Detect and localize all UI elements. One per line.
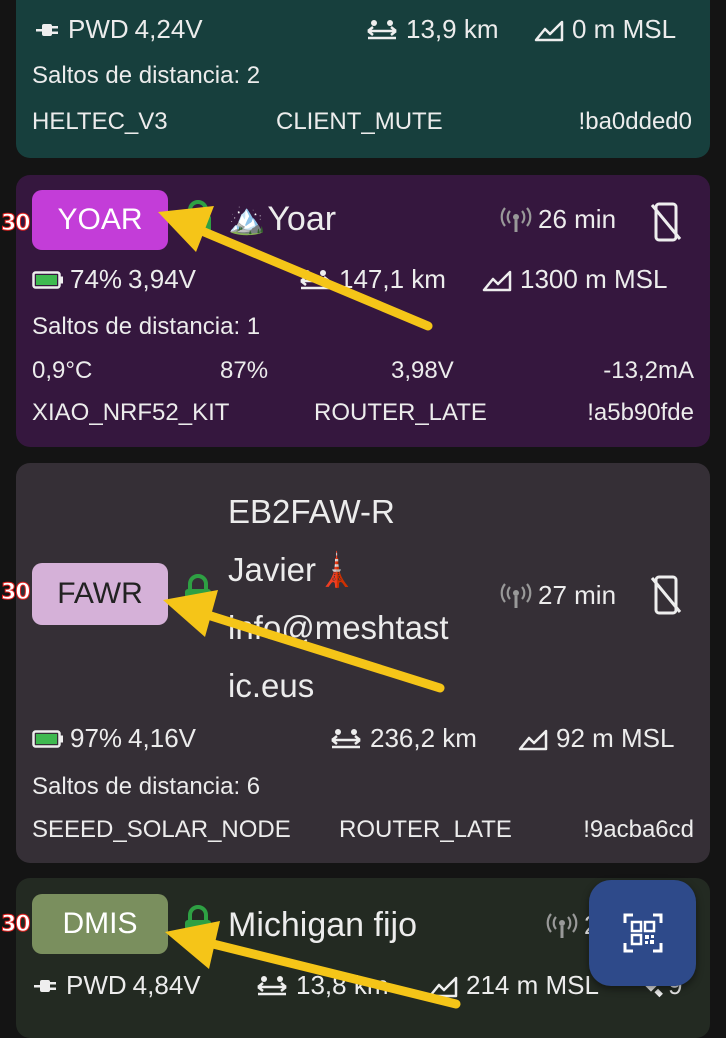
altitude: 214 m MSL	[466, 970, 599, 1000]
plug-icon	[32, 977, 58, 995]
node-id: !ba0dded0	[578, 108, 692, 135]
voltage: 4,84V	[132, 970, 201, 1000]
lock-icon	[183, 573, 213, 616]
distance-icon	[330, 728, 362, 750]
distance-row: 147,1 km	[299, 264, 446, 295]
altitude-icon	[518, 727, 548, 751]
distance: 147,1 km	[339, 264, 446, 294]
battery-level: 97%	[70, 723, 123, 753]
long-name-block: EB2FAW-R Javier🗼 info@meshtast ic.eus	[228, 483, 449, 715]
altitude: 1300 m MSL	[520, 264, 668, 294]
altitude: 0 m MSL	[572, 14, 677, 44]
node-id: !9acba6cd	[583, 816, 694, 843]
distance: 13,9 km	[406, 14, 499, 44]
long-name-line: info@meshtast	[228, 609, 449, 646]
long-name-line: Javier🗼	[228, 551, 358, 588]
lock-icon	[183, 199, 213, 242]
distance-icon	[366, 19, 398, 41]
no-phone-icon	[648, 201, 684, 243]
battery-icon	[32, 729, 64, 748]
annotation-badge: 30	[1, 580, 32, 606]
distance-icon	[256, 975, 288, 997]
hw-model: HELTEC_V3	[32, 108, 168, 135]
battery-row: 97% 4,16V	[32, 723, 196, 754]
mountain-emoji: 🏔️	[228, 203, 266, 236]
long-name-line: ic.eus	[228, 667, 315, 704]
voltage: 4,16V	[128, 723, 196, 753]
battery-row: 74% 3,94V	[32, 264, 196, 295]
distance-row: 13,9 km	[366, 14, 499, 45]
altitude-row: 214 m MSL	[428, 970, 599, 1001]
node-card-fawr[interactable]: FAWR EB2FAW-R Javier🗼 info@meshtast ic.e…	[16, 463, 710, 863]
voltage: 3,94V	[128, 264, 196, 294]
altitude-icon	[428, 974, 458, 998]
hw-model: SEEED_SOLAR_NODE	[32, 816, 291, 843]
distance-row: 236,2 km	[330, 723, 477, 754]
altitude-row: 0 m MSL	[534, 14, 676, 45]
distance-icon	[299, 269, 331, 291]
altitude-icon	[482, 268, 512, 292]
lock-icon	[183, 904, 213, 947]
signal-tower-icon	[500, 206, 532, 233]
long-name: Michigan fijo	[228, 906, 417, 944]
hops: Saltos de distancia: 2	[32, 62, 261, 89]
last-heard: 27 min	[538, 580, 617, 610]
hw-model: XIAO_NRF52_KIT	[32, 399, 230, 426]
long-name-row: 🏔️ Yoar	[228, 200, 336, 239]
hops: Saltos de distancia: 1	[32, 313, 261, 340]
power-row: PWD 4,84V	[32, 970, 201, 1001]
hops: Saltos de distancia: 6	[32, 773, 261, 800]
distance: 236,2 km	[370, 723, 477, 753]
signal-tower-icon	[500, 582, 532, 609]
telemetry-humidity: 87%	[220, 357, 269, 384]
altitude-icon	[534, 18, 564, 42]
short-name: DMIS	[62, 907, 138, 940]
long-name-line: EB2FAW-R	[228, 493, 395, 530]
voltage: 4,24V	[134, 14, 203, 44]
last-heard: 26 min	[538, 204, 617, 234]
power-row: PWD 4,24V	[34, 14, 203, 45]
power-source: PWD	[66, 970, 127, 1000]
short-name: YOAR	[57, 203, 143, 236]
battery-icon	[32, 270, 64, 289]
annotation-badge: 30	[1, 211, 32, 237]
telemetry-current: -13,2mA	[603, 357, 694, 384]
altitude-row: 92 m MSL	[518, 723, 675, 754]
role: ROUTER_LATE	[314, 399, 487, 426]
power-source: PWD	[68, 14, 129, 44]
altitude-row: 1300 m MSL	[482, 264, 667, 295]
short-name-chip[interactable]: FAWR	[32, 563, 168, 625]
annotation-badge: 30	[1, 912, 32, 938]
distance: 13,8 km	[296, 970, 389, 1000]
role: ROUTER_LATE	[339, 816, 512, 843]
altitude: 92 m MSL	[556, 723, 675, 753]
node-card-heltec[interactable]: PWD 4,24V 13,9 km 0 m MSL Saltos de dist…	[16, 0, 710, 158]
last-heard-row: 26 min	[500, 204, 616, 235]
long-name: Yoar	[267, 200, 337, 238]
node-card-yoar[interactable]: YOAR 🏔️ Yoar 26 min 74% 3,94V 147,1 km 1…	[16, 175, 710, 447]
battery-level: 74%	[70, 264, 123, 294]
plug-icon	[34, 21, 60, 39]
last-heard-row: 27 min	[500, 580, 616, 611]
distance-row: 13,8 km	[256, 970, 389, 1001]
qr-code-icon	[623, 913, 663, 953]
telemetry-temperature: 0,9°C	[32, 357, 93, 384]
node-id: !a5b90fde	[587, 399, 694, 426]
role: CLIENT_MUTE	[276, 108, 443, 135]
short-name-chip[interactable]: YOAR	[32, 190, 168, 250]
short-name-chip[interactable]: DMIS	[32, 894, 168, 954]
short-name: FAWR	[57, 577, 143, 610]
telemetry-voltage: 3,98V	[391, 357, 454, 384]
no-phone-icon	[648, 574, 684, 616]
qr-scan-button[interactable]	[589, 880, 696, 986]
signal-tower-icon	[546, 912, 578, 939]
